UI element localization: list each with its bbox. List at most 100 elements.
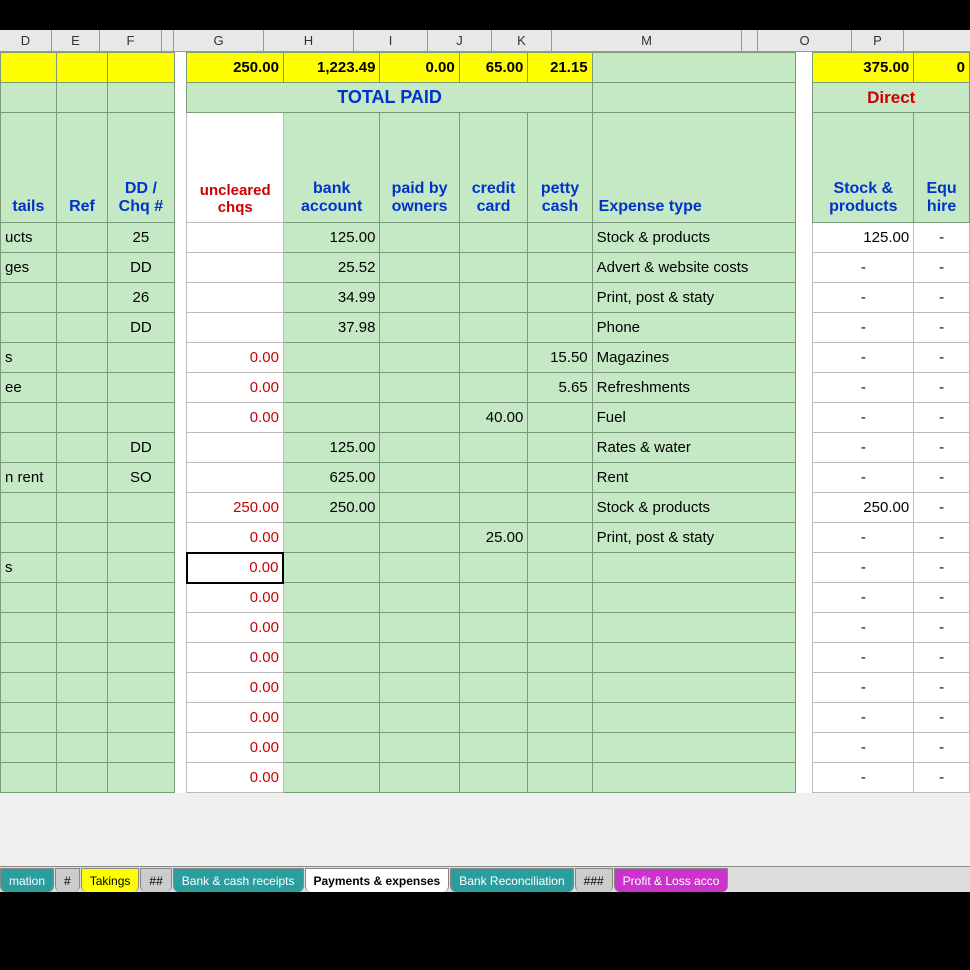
cell-d-2[interactable] xyxy=(1,283,57,313)
cell-f-2[interactable]: 26 xyxy=(108,283,174,313)
sect-blank-D[interactable] xyxy=(1,83,57,113)
cell-o-7[interactable]: - xyxy=(813,433,914,463)
cell-k-2[interactable] xyxy=(528,283,592,313)
cell-d-16[interactable] xyxy=(1,703,57,733)
cell-p-8[interactable]: - xyxy=(914,463,970,493)
total-j[interactable]: 65.00 xyxy=(459,53,528,83)
cell-o-6[interactable]: - xyxy=(813,403,914,433)
cell-p-2[interactable]: - xyxy=(914,283,970,313)
cell-o-1[interactable]: - xyxy=(813,253,914,283)
sheet-tab-3[interactable]: ## xyxy=(140,868,171,892)
cell-p-16[interactable]: - xyxy=(914,703,970,733)
cell-i-12[interactable] xyxy=(380,583,459,613)
cell-h-16[interactable] xyxy=(283,703,379,733)
cell-f-16[interactable] xyxy=(108,703,174,733)
cell-k-9[interactable] xyxy=(528,493,592,523)
cell-e-10[interactable] xyxy=(56,523,107,553)
cell-j-2[interactable] xyxy=(459,283,528,313)
cell-f-15[interactable] xyxy=(108,673,174,703)
cell-i-1[interactable] xyxy=(380,253,459,283)
cell-j-18[interactable] xyxy=(459,763,528,793)
cell-m-6[interactable]: Fuel xyxy=(592,403,796,433)
cell-k-4[interactable]: 15.50 xyxy=(528,343,592,373)
cell-j-7[interactable] xyxy=(459,433,528,463)
cell-g-4[interactable]: 0.00 xyxy=(187,343,283,373)
cell-o-8[interactable]: - xyxy=(813,463,914,493)
cell-g-18[interactable]: 0.00 xyxy=(187,763,283,793)
cell-e-1[interactable] xyxy=(56,253,107,283)
cell-e-14[interactable] xyxy=(56,643,107,673)
cell-g-6[interactable]: 0.00 xyxy=(187,403,283,433)
cell-k-6[interactable] xyxy=(528,403,592,433)
cell-g-15[interactable]: 0.00 xyxy=(187,673,283,703)
sheet-tab-7[interactable]: ### xyxy=(575,868,613,892)
cell-f-1[interactable]: DD xyxy=(108,253,174,283)
cell-j-0[interactable] xyxy=(459,223,528,253)
cell-e-4[interactable] xyxy=(56,343,107,373)
cell-g-3[interactable] xyxy=(187,313,283,343)
totals-blank-m[interactable] xyxy=(592,53,796,83)
cell-d-3[interactable] xyxy=(1,313,57,343)
cell-d-8[interactable]: n rent xyxy=(1,463,57,493)
column-header-K[interactable]: K xyxy=(492,30,552,51)
cell-e-6[interactable] xyxy=(56,403,107,433)
column-header-E[interactable]: E xyxy=(52,30,100,51)
sect-blank-E[interactable] xyxy=(56,83,107,113)
column-header-O[interactable]: O xyxy=(758,30,852,51)
cell-j-8[interactable] xyxy=(459,463,528,493)
cell-k-5[interactable]: 5.65 xyxy=(528,373,592,403)
cell-o-3[interactable]: - xyxy=(813,313,914,343)
cell-m-14[interactable] xyxy=(592,643,796,673)
cell-h-0[interactable]: 125.00 xyxy=(283,223,379,253)
totals-blank-E[interactable] xyxy=(56,53,107,83)
cell-p-15[interactable]: - xyxy=(914,673,970,703)
cell-i-10[interactable] xyxy=(380,523,459,553)
cell-e-8[interactable] xyxy=(56,463,107,493)
cell-f-5[interactable] xyxy=(108,373,174,403)
cell-d-0[interactable]: ucts xyxy=(1,223,57,253)
cell-j-14[interactable] xyxy=(459,643,528,673)
cell-i-4[interactable] xyxy=(380,343,459,373)
cell-g-2[interactable] xyxy=(187,283,283,313)
cell-f-0[interactable]: 25 xyxy=(108,223,174,253)
cell-k-7[interactable] xyxy=(528,433,592,463)
cell-o-11[interactable]: - xyxy=(813,553,914,583)
cell-g-0[interactable] xyxy=(187,223,283,253)
cell-m-5[interactable]: Refreshments xyxy=(592,373,796,403)
cell-e-3[interactable] xyxy=(56,313,107,343)
cell-p-12[interactable]: - xyxy=(914,583,970,613)
cell-h-11[interactable] xyxy=(283,553,379,583)
cell-g-9[interactable]: 250.00 xyxy=(187,493,283,523)
column-header-D[interactable]: D xyxy=(0,30,52,51)
cell-d-7[interactable] xyxy=(1,433,57,463)
cell-f-7[interactable]: DD xyxy=(108,433,174,463)
cell-k-18[interactable] xyxy=(528,763,592,793)
cell-e-18[interactable] xyxy=(56,763,107,793)
cell-h-18[interactable] xyxy=(283,763,379,793)
cell-p-0[interactable]: - xyxy=(914,223,970,253)
cell-o-10[interactable]: - xyxy=(813,523,914,553)
column-header-G[interactable]: G xyxy=(174,30,264,51)
sheet-tab-2[interactable]: Takings xyxy=(81,868,140,892)
cell-d-10[interactable] xyxy=(1,523,57,553)
cell-m-4[interactable]: Magazines xyxy=(592,343,796,373)
totals-blank-D[interactable] xyxy=(1,53,57,83)
cell-e-17[interactable] xyxy=(56,733,107,763)
cell-o-13[interactable]: - xyxy=(813,613,914,643)
sheet-tab-1[interactable]: # xyxy=(55,868,80,892)
cell-h-14[interactable] xyxy=(283,643,379,673)
column-header-P[interactable]: P xyxy=(852,30,904,51)
cell-o-14[interactable]: - xyxy=(813,643,914,673)
cell-g-1[interactable] xyxy=(187,253,283,283)
cell-f-4[interactable] xyxy=(108,343,174,373)
cell-d-14[interactable] xyxy=(1,643,57,673)
column-header-H[interactable]: H xyxy=(264,30,354,51)
cell-k-1[interactable] xyxy=(528,253,592,283)
cell-i-15[interactable] xyxy=(380,673,459,703)
sheet-tab-0[interactable]: mation xyxy=(0,868,54,892)
cell-m-9[interactable]: Stock & products xyxy=(592,493,796,523)
cell-k-12[interactable] xyxy=(528,583,592,613)
cell-d-13[interactable] xyxy=(1,613,57,643)
sect-blank-m[interactable] xyxy=(592,83,796,113)
cell-j-4[interactable] xyxy=(459,343,528,373)
